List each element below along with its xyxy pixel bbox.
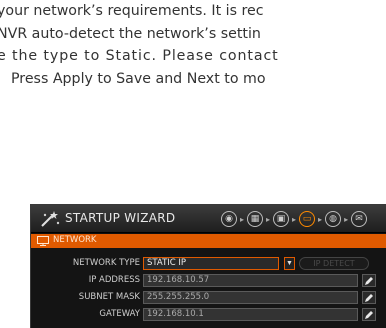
network-settings-form: NETWORK TYPE STATIC IP ▼ IP DETECT IP AD… bbox=[31, 248, 386, 328]
network-type-select[interactable]: STATIC IP bbox=[143, 257, 279, 270]
step-arrow-icon: ▸ bbox=[292, 214, 297, 224]
gateway-row: GATEWAY 192.168.10.1 bbox=[31, 308, 386, 321]
ip-address-label: IP ADDRESS bbox=[88, 275, 140, 285]
network-type-row: NETWORK TYPE STATIC IP ▼ IP DETECT bbox=[31, 257, 386, 270]
startup-wizard-window: STARTUP WIZARD ◉ ▸ ▦ ▸ ▣ ▸ ▭ ▸ ◍ ▸ ✉ NET… bbox=[30, 204, 386, 328]
step-arrow-icon: ▸ bbox=[344, 214, 349, 224]
tab-network[interactable]: NETWORK bbox=[53, 235, 97, 245]
edit-pencil-icon[interactable] bbox=[362, 291, 376, 304]
step-arrow-icon: ▸ bbox=[240, 214, 245, 224]
edit-pencil-icon[interactable] bbox=[362, 308, 376, 321]
instructions-paragraph: your network’s requirements. It is rec N… bbox=[0, 0, 386, 90]
step-arrow-icon: ▸ bbox=[266, 214, 271, 224]
ip-address-row: IP ADDRESS 192.168.10.57 bbox=[31, 274, 386, 287]
instructions-line: Press Apply to Save and Next to mo bbox=[11, 70, 266, 87]
harddrive-icon[interactable]: ▣ bbox=[273, 211, 290, 227]
disc-icon[interactable]: ◉ bbox=[221, 211, 237, 227]
subnet-mask-label: SUBNET MASK bbox=[78, 292, 140, 302]
gateway-label: GATEWAY bbox=[99, 309, 140, 319]
wizard-wand-icon bbox=[41, 211, 60, 227]
step-arrow-icon: ▸ bbox=[318, 214, 323, 224]
network-icon[interactable]: ▭ bbox=[299, 211, 316, 227]
monitor-icon bbox=[37, 236, 49, 246]
edit-pencil-icon[interactable] bbox=[362, 274, 376, 287]
network-type-label: NETWORK TYPE bbox=[72, 258, 140, 268]
instructions-line: your network’s requirements. It is rec bbox=[0, 3, 264, 19]
camera-icon[interactable]: ◍ bbox=[325, 211, 342, 227]
wizard-steps: ◉ ▸ ▦ ▸ ▣ ▸ ▭ ▸ ◍ ▸ ✉ bbox=[221, 210, 368, 228]
subnet-mask-field[interactable]: 255.255.255.0 bbox=[143, 291, 358, 304]
window-title: STARTUP WIZARD bbox=[65, 211, 176, 225]
section-tab-bar: NETWORK bbox=[31, 234, 386, 248]
title-bar: STARTUP WIZARD ◉ ▸ ▦ ▸ ▣ ▸ ▭ ▸ ◍ ▸ ✉ bbox=[31, 205, 386, 233]
ip-address-field[interactable]: 192.168.10.57 bbox=[143, 274, 358, 287]
calendar-icon[interactable]: ▦ bbox=[247, 211, 264, 227]
mail-icon[interactable]: ✉ bbox=[351, 211, 368, 227]
instructions-line: NVR auto-detect the network’s settin bbox=[0, 25, 261, 42]
ip-detect-button[interactable]: IP DETECT bbox=[299, 257, 369, 270]
gateway-field[interactable]: 192.168.10.1 bbox=[143, 308, 358, 321]
subnet-mask-row: SUBNET MASK 255.255.255.0 bbox=[31, 291, 386, 304]
instructions-line: e the type to Static. Please contact bbox=[0, 48, 279, 64]
chevron-down-icon[interactable]: ▼ bbox=[284, 257, 295, 270]
